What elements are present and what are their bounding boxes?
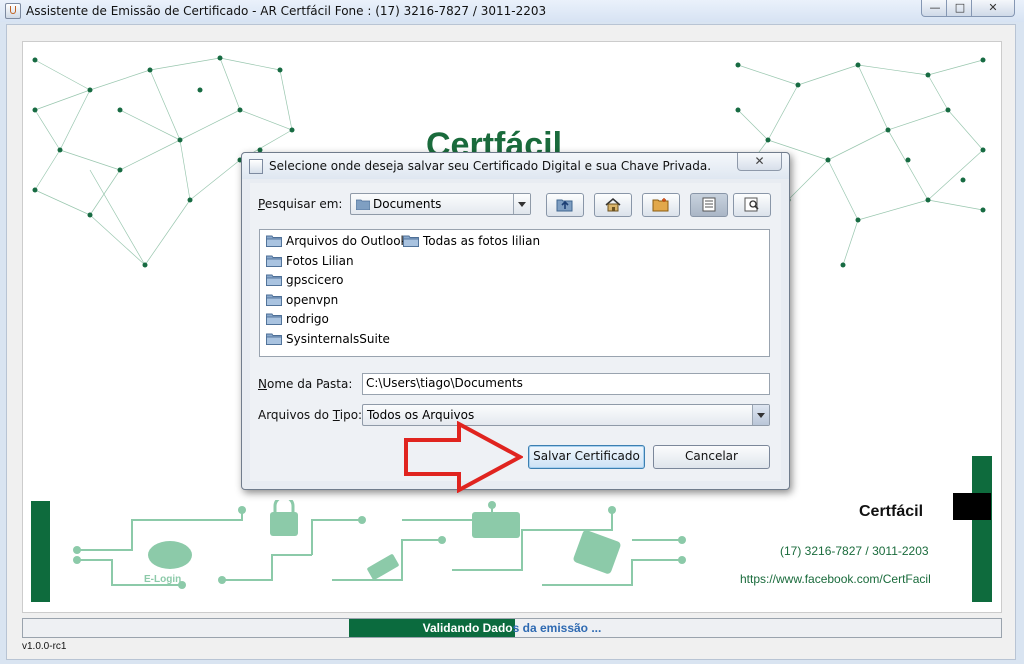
status-text-rest: s da emissão ... bbox=[512, 621, 602, 635]
black-tab bbox=[953, 493, 991, 520]
maximize-button[interactable]: □ bbox=[946, 0, 974, 17]
brand-name: Certfácil bbox=[859, 503, 924, 520]
list-view-button[interactable] bbox=[690, 193, 728, 217]
list-item[interactable]: openvpn bbox=[266, 293, 338, 307]
list-item[interactable]: SysinternalsSuite bbox=[266, 332, 390, 346]
right-accent-bar bbox=[972, 456, 992, 602]
folder-icon bbox=[266, 274, 282, 286]
list-item-label: Todas as fotos lilian bbox=[423, 234, 541, 248]
list-item[interactable]: Arquivos do Outlook bbox=[266, 234, 408, 248]
list-item-label: Arquivos do Outlook bbox=[286, 234, 408, 248]
list-item[interactable]: Todas as fotos lilian bbox=[403, 234, 540, 248]
list-view-icon bbox=[702, 197, 716, 212]
cancel-button[interactable]: Cancelar bbox=[653, 445, 770, 469]
home-icon bbox=[605, 198, 621, 212]
folder-icon bbox=[266, 255, 282, 267]
up-one-level-button[interactable] bbox=[546, 193, 584, 217]
progress-status: Validando Dados da emissão ... bbox=[23, 619, 1001, 637]
details-view-button[interactable] bbox=[733, 193, 771, 217]
svg-text:E-Login: E-Login bbox=[144, 574, 181, 585]
left-accent-bar bbox=[31, 501, 50, 602]
folder-icon bbox=[266, 313, 282, 325]
list-item[interactable]: rodrigo bbox=[266, 312, 329, 326]
java-app-icon bbox=[5, 3, 21, 19]
file-type-label: Arquivos do Tipo: bbox=[258, 408, 363, 422]
list-item[interactable]: gpscicero bbox=[266, 273, 343, 287]
list-item-label: SysinternalsSuite bbox=[286, 331, 390, 346]
details-view-icon bbox=[744, 197, 759, 212]
list-item-label: openvpn bbox=[286, 292, 339, 307]
folder-name-input[interactable] bbox=[363, 374, 755, 392]
progress-bar: Validando Dados da emissão ... bbox=[22, 618, 1002, 638]
brand-phone: (17) 3216-7827 / 3011-2203 bbox=[780, 544, 929, 558]
new-folder-icon bbox=[652, 198, 669, 212]
up-one-level-icon bbox=[556, 199, 573, 212]
list-item-label: rodrigo bbox=[286, 312, 329, 326]
java-dialog-icon bbox=[249, 159, 263, 174]
list-item[interactable]: Fotos Lilian bbox=[266, 254, 354, 268]
window-title: Assistente de Emissão de Certificado - A… bbox=[26, 4, 547, 18]
close-button[interactable]: ✕ bbox=[971, 0, 1015, 17]
save-certificate-button[interactable]: Salvar Certificado bbox=[528, 445, 645, 469]
new-folder-button[interactable] bbox=[642, 193, 680, 217]
file-type-value: Todos os Arquivos bbox=[367, 408, 475, 422]
window-titlebar: Assistente de Emissão de Certificado - A… bbox=[0, 0, 1024, 22]
circuit-illustration: E-Login bbox=[73, 500, 686, 589]
look-in-value: Documents bbox=[373, 197, 442, 211]
look-in-label: Pesquisar em: bbox=[258, 197, 343, 211]
list-item-label: Fotos Lilian bbox=[286, 253, 354, 268]
dialog-titlebar: Selecione onde deseja salvar seu Certifi… bbox=[242, 153, 789, 179]
version-label: v1.0.0-rc1 bbox=[22, 641, 67, 652]
minimize-button[interactable]: — bbox=[921, 0, 949, 17]
look-in-dropdown[interactable]: Documents bbox=[350, 193, 531, 215]
red-arrow-annotation bbox=[404, 421, 523, 493]
folder-name-label: Nome da Pasta: bbox=[258, 377, 353, 391]
chevron-down-icon[interactable] bbox=[513, 194, 530, 214]
dialog-close-button[interactable]: ✕ bbox=[737, 153, 782, 171]
dialog-title: Selecione onde deseja salvar seu Certifi… bbox=[269, 159, 712, 173]
list-item-label: gpscicero bbox=[286, 273, 344, 287]
folder-icon bbox=[403, 235, 419, 247]
folder-icon bbox=[266, 294, 282, 306]
folder-icon bbox=[266, 333, 282, 345]
status-text-on-fill: Validando Dado bbox=[422, 621, 513, 635]
folder-icon bbox=[356, 199, 370, 210]
home-button[interactable] bbox=[594, 193, 632, 217]
folder-name-field[interactable] bbox=[362, 373, 770, 395]
facebook-link[interactable]: https://www.facebook.com/CertFacil bbox=[740, 572, 931, 586]
folder-icon bbox=[266, 235, 282, 247]
chevron-down-icon[interactable] bbox=[752, 405, 769, 425]
